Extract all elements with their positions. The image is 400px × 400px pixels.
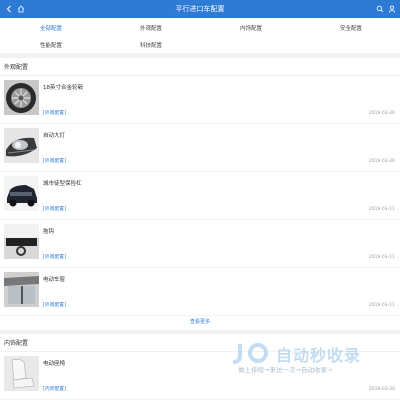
item-date: 2019-03-11 [368,303,395,308]
user-icon[interactable] [386,3,398,15]
item-tag[interactable]: [内饰配置] [43,385,66,392]
item-date: 2019-03-11 [368,255,395,260]
category-tabs: 全部配置 外观配置 内饰配置 安全配置 性能配置 科技配置 [0,18,400,53]
top-bar: 平行进口车配置 [0,0,400,18]
item-title[interactable]: 自动大灯 [43,131,65,139]
section-heading: 外观配置 [0,58,400,76]
item-tag[interactable]: [外观配置] [43,109,66,116]
wheel-thumbnail [4,80,39,115]
list-item[interactable]: 电动车窗 [外观配置] 2019-03-11 [0,268,400,316]
window-thumbnail [4,272,39,307]
item-tag[interactable]: [外观配置] [43,205,66,212]
headlight-thumbnail [4,128,39,163]
watermark-text: 自动秒收录 [276,346,362,365]
item-title[interactable]: 拖钩 [43,227,54,235]
list-item[interactable]: 18英寸合金轮毂 [外观配置] 2019-03-20 [0,76,400,124]
item-title[interactable]: 18英寸合金轮毂 [43,83,83,91]
item-date: 2019-03-20 [368,159,395,164]
item-title[interactable]: 城市徒型保险杠 [43,179,82,187]
list-item[interactable]: 自动大灯 [外观配置] 2019-03-20 [0,124,400,172]
item-tag[interactable]: [外观配置] [43,253,66,260]
tab-tech-config[interactable]: 科技配置 [140,41,162,49]
list-item[interactable]: 城市徒型保险杠 [外观配置] 2019-03-11 [0,172,400,220]
item-tag[interactable]: [外观配置] [43,301,66,308]
bumper-thumbnail [4,176,39,211]
home-icon[interactable] [15,3,27,15]
tow-hook-thumbnail [4,224,39,259]
page-title: 平行进口车配置 [175,5,225,13]
tab-performance-config[interactable]: 性能配置 [40,41,62,49]
item-title[interactable]: 电动座椅 [43,359,65,367]
item-date: 2019-03-11 [368,207,395,212]
tab-all-config[interactable]: 全部配置 [40,24,62,32]
seat-thumbnail [4,356,39,391]
exterior-section: 外观配置 18英寸合金轮毂 [外观配置] 2019-03-20 自动大灯 [外观… [0,58,400,330]
tab-interior-config[interactable]: 内饰配置 [240,24,262,32]
item-date: 2019-03-20 [368,111,395,116]
item-title[interactable]: 电动车窗 [43,275,65,283]
item-date: 2019-03-20 [368,387,395,392]
back-icon[interactable] [3,3,15,15]
view-more-link[interactable]: 查看更多 [0,318,400,325]
list-item[interactable]: 拖钩 [外观配置] 2019-03-11 [0,220,400,268]
item-tag[interactable]: [外观配置] [43,157,66,164]
tab-safety-config[interactable]: 安全配置 [340,24,362,32]
watermark-logo [232,343,268,364]
watermark: 自动秒收录 做上排榜→来访一次→自动收录→ [228,342,398,382]
search-icon[interactable] [374,3,386,15]
tab-exterior-config[interactable]: 外观配置 [140,24,162,32]
watermark-subtext: 做上排榜→来访一次→自动收录→ [238,366,333,374]
